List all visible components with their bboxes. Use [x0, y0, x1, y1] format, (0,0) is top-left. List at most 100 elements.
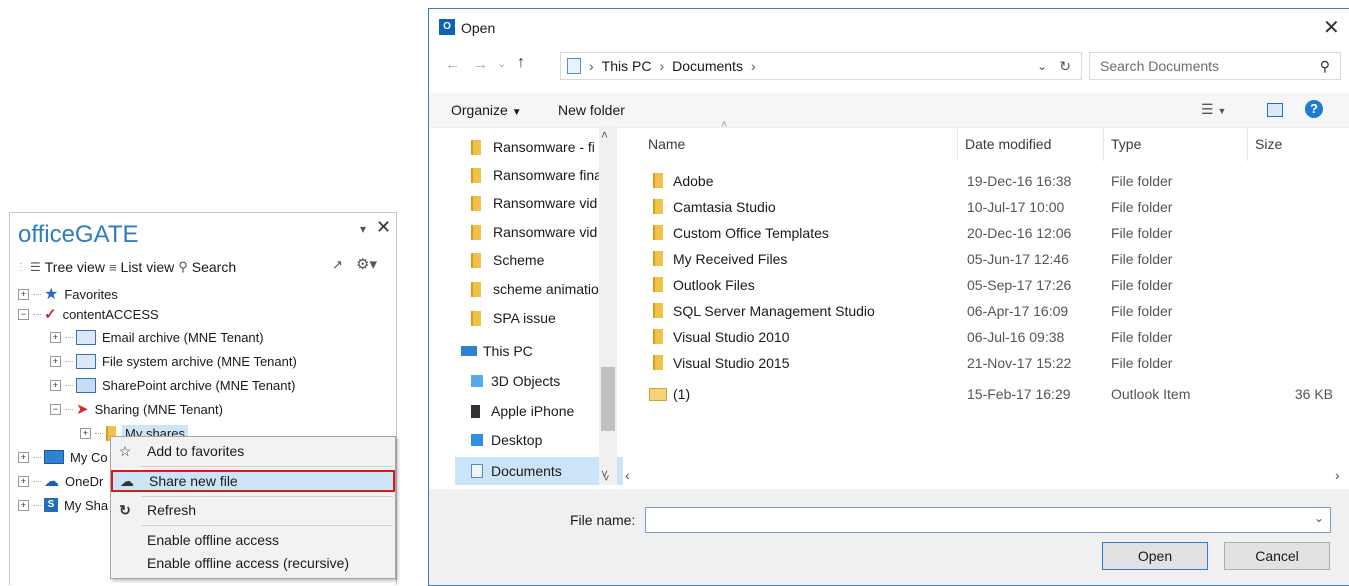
nav-item-folder[interactable]: Ransomware fina	[471, 161, 647, 189]
close-icon[interactable]: ✕	[376, 217, 391, 238]
folder-icon	[653, 355, 663, 370]
file-row[interactable]: Camtasia Studio 10-Jul-17 10:00 File folde…	[643, 194, 1343, 220]
tree-item-sharing[interactable]: − ➤ Sharing (MNE Tenant)	[50, 398, 223, 420]
file-date: 05-Sep-17 17:26	[967, 277, 1072, 293]
menu-item-enable-offline-recursive[interactable]: Enable offline access (recursive)	[111, 552, 395, 574]
nav-collapse-chevron-icon[interactable]: ˅	[603, 473, 609, 485]
menu-item-label: Enable offline access	[147, 532, 280, 548]
menu-item-refresh[interactable]: ↻ Refresh	[111, 499, 395, 521]
cancel-button[interactable]: Cancel	[1224, 542, 1330, 570]
expand-icon[interactable]: +	[50, 379, 61, 391]
gear-icon[interactable]: ⚙▾	[356, 255, 377, 273]
file-row[interactable]: SQL Server Management Studio 06-Apr-17 16…	[643, 298, 1343, 324]
help-icon[interactable]: ?	[1305, 100, 1323, 118]
expand-icon[interactable]: +	[80, 427, 91, 439]
tree-view-button[interactable]: ☰ Tree view	[30, 259, 105, 275]
file-name: Visual Studio 2015	[673, 355, 790, 371]
open-button[interactable]: Open	[1102, 542, 1208, 570]
nav-item-desktop[interactable]: Desktop	[471, 426, 647, 454]
menu-item-add-to-favorites[interactable]: ☆ Add to favorites	[111, 440, 395, 462]
expand-icon[interactable]: +	[50, 355, 61, 367]
file-row[interactable]: Adobe 19-Dec-16 16:38 File folder	[643, 168, 1343, 194]
new-folder-button[interactable]: New folder	[558, 102, 625, 118]
menu-item-enable-offline[interactable]: Enable offline access	[111, 529, 395, 551]
file-name: My Received Files	[673, 251, 788, 267]
breadcrumb-this-pc[interactable]: This PC	[602, 58, 652, 74]
file-row[interactable]: Visual Studio 2015 21-Nov-17 15:22 File fo…	[643, 350, 1343, 376]
nav-item-3d-objects[interactable]: 3D Objects	[471, 367, 647, 395]
column-header-size[interactable]: Size	[1255, 127, 1282, 161]
file-name-dropdown-icon[interactable]: ⌄	[1314, 511, 1324, 525]
column-header-name[interactable]: Name	[648, 127, 685, 161]
tree-item-favorites[interactable]: + ★ Favorites	[18, 283, 118, 305]
recent-chevron-icon[interactable]: ⌄	[497, 57, 506, 70]
tree-item-email-archive[interactable]: + Email archive (MNE Tenant)	[50, 326, 264, 348]
nav-item-folder[interactable]: Scheme	[471, 246, 647, 274]
tree-item-label: Email archive (MNE Tenant)	[102, 329, 264, 345]
column-header-date[interactable]: Date modified	[965, 127, 1051, 161]
collapse-tree-icon[interactable]: −	[18, 308, 29, 320]
view-options-icon[interactable]: ☰ ▼	[1201, 101, 1226, 118]
expand-icon[interactable]: +	[50, 331, 61, 343]
tree-item-my-computer[interactable]: + My Co	[18, 446, 108, 468]
search-button[interactable]: ⚲ Search	[178, 259, 236, 275]
expand-icon[interactable]: +	[18, 499, 29, 511]
nav-item-folder[interactable]: SPA issue	[471, 304, 647, 332]
tree-item-contentaccess[interactable]: − ✓ contentACCESS	[18, 303, 159, 325]
forward-icon[interactable]: →	[473, 56, 488, 73]
collapse-icon[interactable]: ↗	[332, 257, 343, 273]
tree-item-my-sharepoint[interactable]: + S My Sha	[18, 494, 108, 516]
file-row[interactable]: Outlook Files 05-Sep-17 17:26 File folder	[643, 272, 1343, 298]
dialog-close-icon[interactable]: ✕	[1323, 15, 1340, 40]
file-type: File folder	[1111, 329, 1173, 345]
nav-item-folder[interactable]: Ransomware - fi	[471, 133, 647, 161]
back-icon[interactable]: ←	[445, 56, 460, 73]
file-name: Outlook Files	[673, 277, 755, 293]
nav-item-folder[interactable]: Ransomware vid	[471, 218, 647, 246]
dialog-title: Open	[461, 20, 496, 36]
pin-icon[interactable]: ▾	[360, 222, 366, 236]
expand-icon[interactable]: +	[18, 475, 29, 487]
file-list-hscrollbar[interactable]: ‹ ›	[619, 467, 1349, 485]
file-date: 15-Feb-17 16:29	[967, 386, 1071, 402]
up-icon[interactable]: ↑	[517, 54, 525, 72]
nav-scrollbar-thumb[interactable]	[601, 367, 615, 431]
folder-icon	[653, 225, 663, 240]
collapse-tree-icon[interactable]: −	[50, 403, 61, 415]
file-name-input[interactable]: ⌄	[645, 507, 1331, 533]
folder-icon	[471, 167, 481, 183]
tree-item-sharepoint-archive[interactable]: + SharePoint archive (MNE Tenant)	[50, 374, 295, 396]
breadcrumb-documents[interactable]: Documents	[672, 58, 743, 74]
expand-icon[interactable]: +	[18, 451, 29, 463]
scroll-up-icon[interactable]: ˄	[601, 128, 608, 142]
file-row[interactable]: (1) 15-Feb-17 16:29 Outlook Item 36 KB	[643, 381, 1343, 407]
column-header-type[interactable]: Type	[1111, 127, 1141, 161]
list-view-button[interactable]: ≡ List view	[109, 259, 174, 275]
nav-item-folder[interactable]: Ransomware vid	[471, 189, 647, 217]
search-input[interactable]: Search Documents	[1100, 58, 1219, 74]
refresh-icon[interactable]: ↻	[1059, 58, 1071, 75]
file-row[interactable]: My Received Files 05-Jun-17 12:46 File fol…	[643, 246, 1343, 272]
nav-item-documents[interactable]: Documents	[455, 457, 623, 485]
nav-item-label: scheme animatio	[493, 281, 599, 297]
expand-icon[interactable]: +	[18, 288, 29, 300]
tree-item-label: Favorites	[64, 286, 118, 302]
folder-icon	[471, 310, 481, 326]
address-bar[interactable]: › This PC › Documents › ⌄ ↻	[560, 52, 1082, 80]
tree-item-onedrive[interactable]: + ☁ OneDr	[18, 470, 103, 492]
nav-item-apple-iphone[interactable]: Apple iPhone	[471, 397, 647, 425]
organize-button[interactable]: Organize ▼	[451, 102, 522, 118]
nav-scrollbar[interactable]: ˄ ˅	[599, 127, 617, 485]
file-date: 21-Nov-17 15:22	[967, 355, 1072, 371]
nav-item-folder[interactable]: scheme animatio	[471, 275, 647, 303]
address-dropdown-icon[interactable]: ⌄	[1037, 59, 1047, 73]
search-box[interactable]: Search Documents ⚲	[1089, 52, 1341, 80]
tree-item-filesystem-archive[interactable]: + File system archive (MNE Tenant)	[50, 350, 297, 372]
menu-item-share-new-file[interactable]: ☁ Share new file	[111, 470, 395, 492]
file-row[interactable]: Custom Office Templates 20-Dec-16 12:06 Fi…	[643, 220, 1343, 246]
scroll-left-icon[interactable]: ‹	[625, 467, 630, 483]
file-row[interactable]: Visual Studio 2010 06-Jul-16 09:38 File fo…	[643, 324, 1343, 350]
preview-pane-icon[interactable]	[1267, 103, 1283, 117]
search-icon[interactable]: ⚲	[1320, 58, 1330, 75]
scroll-right-icon[interactable]: ›	[1335, 467, 1340, 483]
